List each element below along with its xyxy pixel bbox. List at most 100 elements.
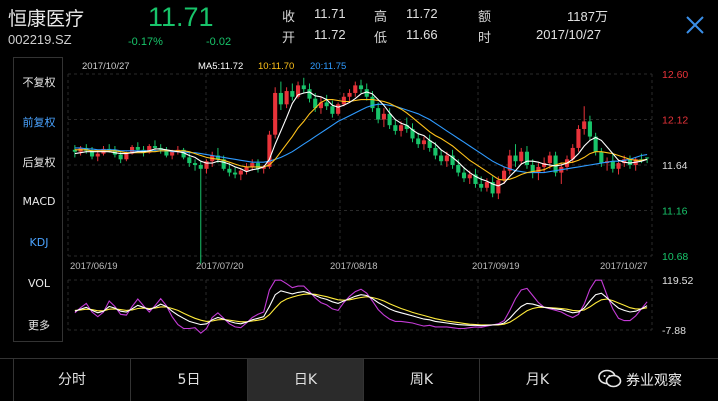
open-label: 开 (282, 31, 296, 46)
price-tick-label: 11.64 (662, 160, 688, 172)
tab-intraday[interactable]: 分时 (13, 359, 130, 401)
indicator-tick-label: -7.88 (662, 325, 686, 337)
watermark-text: 券业观察 (626, 373, 682, 389)
candle-body (330, 106, 335, 114)
candle-body (576, 128, 581, 148)
tab-weekly-k[interactable]: 周K (363, 359, 479, 401)
ma20-line (74, 103, 648, 174)
candle-body (599, 151, 604, 164)
change-amount: -0.02 (206, 36, 232, 48)
candle-body (370, 96, 375, 109)
legend-ma20: 20:11.75 (310, 61, 346, 72)
date-tick-label: 2017/08/18 (330, 261, 378, 272)
date-tick-label: 2017/06/19 (70, 261, 118, 272)
candle-body (416, 138, 421, 145)
candle-body (192, 163, 198, 165)
price-axis: 12.60 12.12 11.64 11.16 10.68 (662, 69, 688, 263)
tab-daily-k[interactable]: 日K (247, 359, 363, 401)
amount-value: 1187万 (567, 9, 608, 24)
close-icon[interactable] (682, 12, 708, 38)
candle-body (398, 125, 404, 131)
candle-body (484, 182, 489, 188)
open-value: 11.72 (314, 27, 346, 42)
candle-body (198, 165, 203, 169)
candle-body (582, 121, 587, 129)
candle-body (547, 155, 552, 164)
candle-body (456, 165, 461, 173)
date-tick-label: 2017/09/19 (472, 261, 520, 272)
candle-body (336, 104, 341, 114)
candle-body (376, 108, 381, 120)
kdj-lines (74, 279, 648, 334)
candle-body (616, 163, 621, 169)
candle-body (250, 163, 255, 167)
candle-body (610, 161, 615, 169)
candle-body (353, 85, 358, 93)
candle-body (433, 147, 438, 156)
wechat-icon (598, 369, 622, 388)
price-tick-label: 10.68 (662, 251, 688, 263)
candle-body (347, 92, 352, 97)
candle-body (95, 153, 100, 157)
candle-body (170, 151, 175, 156)
candle-body (358, 85, 364, 90)
time-label: 时 (478, 31, 492, 46)
kline-chart[interactable]: 2017/10/27 MA5:11.72 10:11.70 20:11.75 1… (0, 54, 718, 358)
candle-body (244, 166, 249, 171)
close-value: 11.71 (314, 6, 346, 21)
candle-body (273, 92, 278, 135)
candle-body (381, 113, 386, 120)
candle-body (536, 166, 541, 173)
stock-header: 恒康医疗 002219.SZ 11.71 -0.17% -0.02 收 11.7… (0, 0, 718, 54)
candle-body (238, 170, 243, 175)
candle-body (124, 153, 129, 160)
candle-body (467, 174, 472, 179)
date-tick-label: 2017/07/20 (196, 261, 244, 272)
candle-body (444, 155, 449, 162)
indicator-tick-label: 119.52 (662, 275, 693, 287)
change-percent: -0.17% (128, 36, 163, 48)
candle-body (519, 151, 524, 162)
stock-name: 恒康医疗 (8, 8, 85, 30)
candle-body (524, 151, 530, 165)
candle-body (187, 157, 192, 164)
indicator-axis: 119.52 -7.88 (662, 275, 693, 337)
candle-body (278, 92, 283, 105)
legend-ma5: MA5:11.72 (198, 61, 243, 72)
candle-body (587, 121, 592, 137)
price-tick-label: 12.12 (662, 115, 688, 127)
amount-label: 额 (478, 10, 492, 25)
candle-body (502, 170, 507, 181)
current-price: 11.71 (148, 2, 214, 32)
candle-body (152, 146, 158, 148)
candle-body (233, 172, 238, 175)
time-value: 2017/10/27 (536, 27, 602, 42)
stock-code: 002219.SZ (8, 32, 72, 47)
price-tick-label: 11.16 (662, 206, 688, 218)
chart-grid (67, 73, 653, 331)
watermark: 券业观察 (598, 362, 718, 396)
tab-5day[interactable]: 5日 (130, 359, 247, 401)
legend-date: 2017/10/27 (82, 61, 130, 72)
candle-body (421, 140, 427, 145)
date-axis: 2017/06/19 2017/07/20 2017/08/18 2017/09/19… (70, 261, 648, 272)
candle-body (479, 183, 484, 188)
low-value: 11.66 (406, 27, 438, 42)
price-tick-label: 12.60 (662, 69, 688, 81)
candle-body (461, 172, 467, 179)
candle-body (301, 85, 306, 90)
candle-body (439, 155, 444, 162)
candle-body (135, 146, 140, 150)
candle-body (393, 125, 398, 131)
high-label: 高 (374, 10, 388, 25)
candle-body (341, 96, 346, 105)
tab-monthly-k[interactable]: 月K (479, 359, 595, 401)
candle-body (513, 155, 518, 162)
candle-body (645, 157, 650, 159)
low-label: 低 (374, 31, 388, 46)
high-value: 11.72 (406, 6, 438, 21)
date-tick-label: 2017/10/27 (600, 261, 648, 272)
candle-body (627, 159, 633, 165)
candlesticks (72, 77, 650, 264)
candle-body (307, 89, 312, 99)
